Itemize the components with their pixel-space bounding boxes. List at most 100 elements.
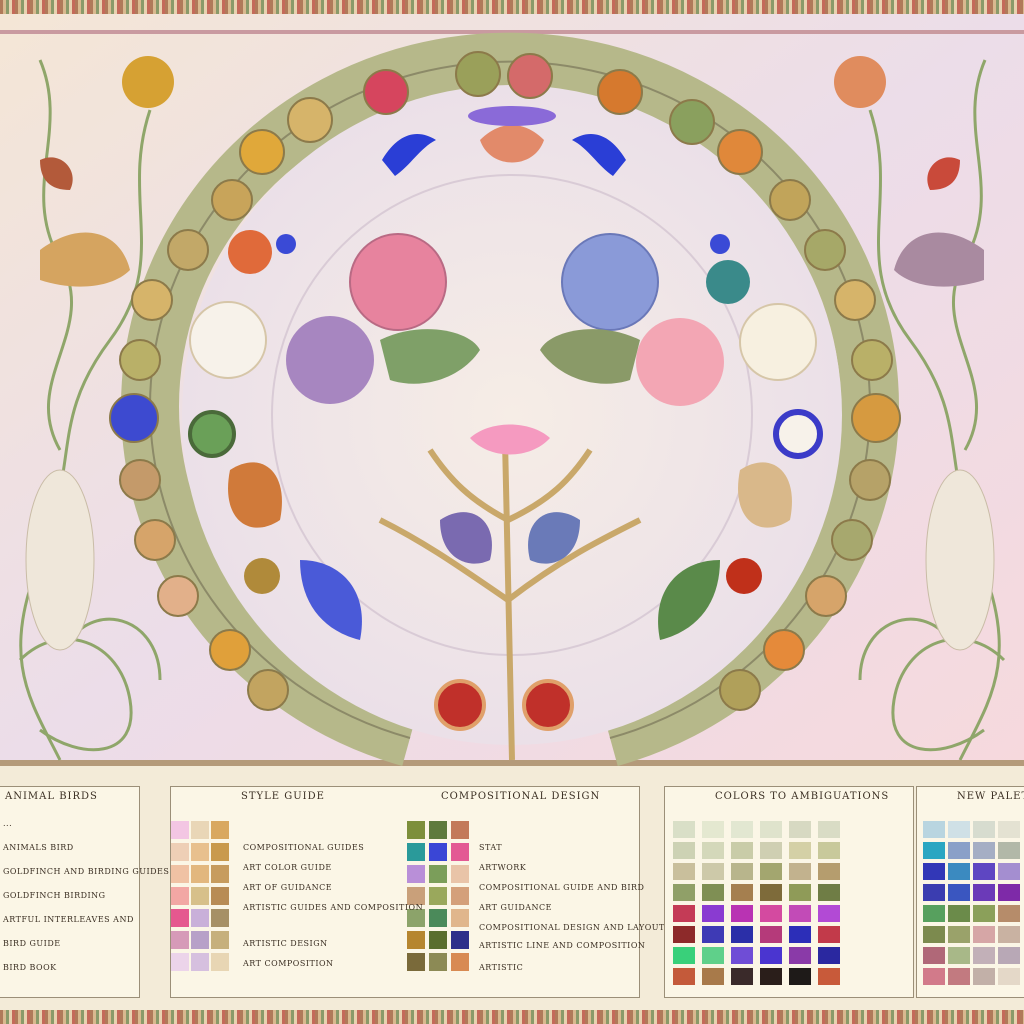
- panel-1-row: ARTFUL INTERLEAVES AND: [3, 915, 134, 924]
- panel-1-row: ...: [3, 819, 13, 828]
- panel-animal-birds: ANIMAL BIRDS ... ANIMALS BIRD GOLDFINCH …: [0, 786, 169, 998]
- color-swatch: [211, 865, 229, 883]
- style-left-row: ART COLOR GUIDE: [243, 863, 332, 872]
- color-swatch: [191, 887, 209, 905]
- color-swatch: [998, 905, 1020, 922]
- color-swatch: [948, 884, 970, 901]
- pink-medallion: [349, 233, 447, 331]
- color-swatch: [973, 863, 995, 880]
- color-swatch: [702, 926, 724, 943]
- color-swatch: [973, 821, 995, 838]
- color-swatch: [673, 926, 695, 943]
- color-swatch: [731, 968, 753, 985]
- color-swatch: [673, 863, 695, 880]
- panel-2-title: STYLE GUIDE: [241, 791, 325, 802]
- color-swatch: [702, 968, 724, 985]
- style-left-row: COMPOSITIONAL GUIDES: [243, 843, 365, 852]
- color-swatch: [702, 947, 724, 964]
- color-swatch: [673, 842, 695, 859]
- blue-dot-left: [276, 234, 296, 254]
- red-fruit-right-side: [726, 558, 762, 594]
- mural-bottom-edge: [0, 760, 1024, 766]
- style-left-row: ART COMPOSITION: [243, 959, 334, 968]
- color-swatch: [211, 931, 229, 949]
- color-swatch: [429, 953, 447, 971]
- top-wing: [468, 106, 556, 126]
- style-left-row: ART OF GUIDANCE: [243, 883, 333, 892]
- color-swatch: [998, 863, 1020, 880]
- color-swatch: [789, 926, 811, 943]
- color-swatch: [948, 905, 970, 922]
- color-swatch: [702, 884, 724, 901]
- color-swatch: [789, 905, 811, 922]
- color-swatch: [731, 842, 753, 859]
- color-swatch: [429, 931, 447, 949]
- color-swatch: [171, 931, 189, 949]
- color-swatch: [760, 863, 782, 880]
- green-eye-left: [188, 410, 236, 458]
- corner-sun-left: [122, 56, 174, 108]
- color-swatch: [998, 968, 1020, 985]
- color-swatch: [673, 947, 695, 964]
- color-swatch: [211, 909, 229, 927]
- color-swatch: [818, 905, 840, 922]
- color-swatch: [948, 926, 970, 943]
- color-swatch: [451, 887, 469, 905]
- color-swatch: [923, 905, 945, 922]
- panel-1-row: GOLDFINCH AND BIRDING GUIDES: [3, 867, 170, 876]
- color-swatch: [789, 968, 811, 985]
- color-swatch: [973, 905, 995, 922]
- left-figure: [25, 469, 95, 651]
- color-swatch: [923, 968, 945, 985]
- color-swatch: [998, 926, 1020, 943]
- right-figure: [925, 469, 995, 651]
- color-swatch: [191, 821, 209, 839]
- color-swatch: [948, 863, 970, 880]
- style-right-row: STAT: [479, 843, 503, 852]
- red-fruit-left: [434, 679, 486, 731]
- color-swatch: [973, 926, 995, 943]
- color-swatch: [760, 884, 782, 901]
- color-swatch: [998, 821, 1020, 838]
- color-swatch: [211, 887, 229, 905]
- color-swatch: [998, 947, 1020, 964]
- color-swatch: [407, 821, 425, 839]
- color-swatch: [923, 947, 945, 964]
- color-swatch: [789, 821, 811, 838]
- color-swatch: [789, 863, 811, 880]
- color-swatch: [760, 842, 782, 859]
- color-swatch: [673, 968, 695, 985]
- color-swatch: [673, 884, 695, 901]
- style-right-row: ARTISTIC LINE AND COMPOSITION: [479, 941, 646, 950]
- color-swatch: [731, 905, 753, 922]
- white-medallion-left: [189, 301, 267, 379]
- color-swatch: [702, 905, 724, 922]
- art-canvas: ANIMAL BIRDS ... ANIMALS BIRD GOLDFINCH …: [0, 0, 1024, 1024]
- color-swatch: [818, 926, 840, 943]
- panel-style-guide: STYLE GUIDE COMPOSITIONAL DESIGN COMPOSI…: [170, 786, 664, 998]
- color-swatch: [789, 884, 811, 901]
- blue-medallion: [561, 233, 659, 331]
- color-swatch: [948, 947, 970, 964]
- panel-2-subtitle: COMPOSITIONAL DESIGN: [441, 791, 601, 802]
- color-swatch: [731, 926, 753, 943]
- color-swatch: [211, 953, 229, 971]
- color-swatch: [818, 884, 840, 901]
- panel-1-title: ANIMAL BIRDS: [5, 791, 98, 802]
- color-swatch: [818, 968, 840, 985]
- color-swatch: [731, 947, 753, 964]
- red-fruit-right: [522, 679, 574, 731]
- color-swatch: [451, 909, 469, 927]
- pink-leaf: [636, 318, 724, 406]
- panel-1-row: GOLDFINCH BIRDING: [3, 891, 106, 900]
- color-swatch: [760, 968, 782, 985]
- color-swatch: [702, 821, 724, 838]
- color-swatch: [760, 821, 782, 838]
- color-swatch: [702, 863, 724, 880]
- color-swatch: [973, 842, 995, 859]
- panel-4-title: NEW PALETTE: [957, 791, 1024, 802]
- corner-sun-right: [834, 56, 886, 108]
- color-swatch: [923, 926, 945, 943]
- color-swatch: [429, 887, 447, 905]
- style-right-row: COMPOSITIONAL GUIDE AND BIRD: [479, 883, 645, 892]
